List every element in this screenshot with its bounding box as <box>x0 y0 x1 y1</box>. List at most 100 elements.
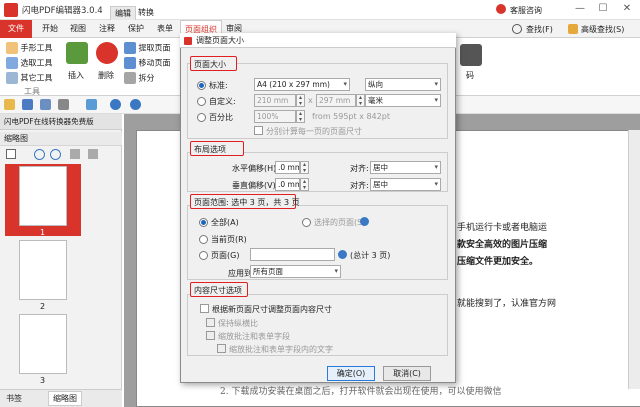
close-button[interactable]: ✕ <box>620 2 634 16</box>
help-link[interactable]: 客服咨询 <box>510 5 542 16</box>
split-button[interactable]: 拆分 <box>124 72 155 84</box>
page-thumbnail[interactable] <box>19 166 67 226</box>
vertical-scrollbar[interactable] <box>628 130 640 389</box>
other-tools-button[interactable]: 其它工具 <box>6 72 53 84</box>
zoom-in-icon[interactable] <box>34 149 45 160</box>
h-offset-label: 水平偏移(H): <box>232 164 279 173</box>
h-offset-spinner[interactable]: ▴ ▾ <box>300 161 309 174</box>
page-range-input[interactable] <box>250 248 335 261</box>
insert-button[interactable]: 插入 <box>68 70 84 81</box>
calc-each-page-label: 分别计算每一页的页面尺寸 <box>266 127 362 136</box>
dialog-app-icon <box>184 37 192 45</box>
maximize-button[interactable]: ☐ <box>596 2 610 16</box>
save-icon[interactable] <box>22 99 33 110</box>
custom-size-radio[interactable] <box>197 97 206 106</box>
split-icon <box>124 72 136 84</box>
page-size-header: 页面大小 <box>190 56 237 71</box>
open-folder-icon[interactable] <box>4 99 15 110</box>
menu-annotate[interactable]: 注释 <box>95 20 119 38</box>
rotate-right-icon[interactable] <box>88 149 98 159</box>
content-size-header: 内容尺寸选项 <box>190 282 248 297</box>
page-thumbnail[interactable] <box>19 314 67 374</box>
split-label: 拆分 <box>138 73 155 83</box>
scale-annotations-checkbox[interactable] <box>206 331 215 340</box>
print-icon[interactable] <box>40 99 51 110</box>
custom-width-input[interactable]: 210 mm <box>254 94 296 107</box>
document-text-line: 2. 下载成功安装在桌面之后，打开软件就会出现在使用，可以使用微信 <box>220 387 502 397</box>
percent-radio[interactable] <box>197 113 206 122</box>
v-align-select[interactable]: 居中 <box>370 178 441 191</box>
current-page-label: 当前页(R) <box>211 235 247 244</box>
scale-annotations-label: 缩放批注和表单字段 <box>218 332 290 341</box>
ok-button[interactable]: 确定(O) <box>327 366 375 381</box>
original-size-text: from 595pt x 842pt <box>312 112 390 121</box>
cancel-button[interactable]: 取消(C) <box>383 366 431 381</box>
document-text-line: 手机运行卡或者电脑运 <box>457 223 548 233</box>
selected-pages-radio[interactable] <box>302 218 311 227</box>
info-icon <box>338 250 347 259</box>
h-offset-input[interactable]: .0 mm <box>275 161 300 174</box>
move-icon <box>124 57 136 69</box>
bookmarks-tab[interactable]: 书签 <box>6 393 22 404</box>
rotate-icon[interactable] <box>70 149 80 159</box>
extract-icon <box>124 42 136 54</box>
delete-page-icon <box>96 42 118 64</box>
redo-icon[interactable] <box>130 99 141 110</box>
standard-size-select[interactable]: A4 (210 x 297 mm) <box>254 78 350 91</box>
tab-convert[interactable]: 转换 <box>134 6 158 19</box>
menu-view[interactable]: 视图 <box>66 20 90 38</box>
insert-page-icon <box>66 42 88 64</box>
apply-to-select[interactable]: 所有页面 <box>250 265 341 278</box>
percent-label: 百分比 <box>209 113 233 122</box>
minimize-button[interactable]: — <box>573 2 587 16</box>
h-align-select[interactable]: 居中 <box>370 161 441 174</box>
scale-annotation-text-checkbox[interactable] <box>217 344 226 353</box>
document-tab[interactable]: 闪电PDF在线转换器免费版 <box>0 114 122 130</box>
page-number-label: 1 <box>40 228 46 237</box>
menu-start[interactable]: 开始 <box>38 20 62 38</box>
resize-content-checkbox[interactable] <box>200 304 209 313</box>
menu-form[interactable]: 表单 <box>153 20 177 38</box>
standard-size-radio[interactable] <box>197 81 206 90</box>
find-button[interactable]: 查找(F) <box>526 24 553 35</box>
menu-protect[interactable]: 保护 <box>124 20 148 38</box>
thumbnail-menu-icon[interactable] <box>6 149 16 159</box>
orientation-select[interactable]: 纵向 <box>365 78 441 91</box>
hand-tool-button[interactable]: 手形工具 <box>6 42 53 54</box>
current-page-radio[interactable] <box>199 235 208 244</box>
zoom-out-icon[interactable] <box>50 149 61 160</box>
app-title: 闪电PDF编辑器3.0.4 <box>22 6 103 16</box>
undo-icon[interactable] <box>110 99 121 110</box>
thumbnails-tab[interactable]: 缩略图 <box>48 391 82 406</box>
page-number-label: 2 <box>40 302 46 311</box>
v-offset-input[interactable]: .0 mm <box>275 178 300 191</box>
tools-icon <box>6 72 18 84</box>
file-menu[interactable]: 文件 <box>0 20 32 38</box>
height-spinner[interactable]: ▴ ▾ <box>356 94 365 107</box>
cloud-icon[interactable] <box>86 99 97 110</box>
cursor-icon <box>6 57 18 69</box>
page-range-header: 页面范围: 选中 3 页，共 3 页 <box>190 194 300 209</box>
v-offset-spinner[interactable]: ▴ ▾ <box>300 178 309 191</box>
width-spinner[interactable]: ▴ ▾ <box>296 94 305 107</box>
select-tool-button[interactable]: 选取工具 <box>6 57 53 69</box>
unit-select[interactable]: 毫米 <box>365 94 441 107</box>
percent-spinner[interactable]: ▴ ▾ <box>296 110 305 123</box>
tab-edit[interactable]: 编辑 <box>110 6 136 21</box>
delete-button[interactable]: 删除 <box>98 70 114 81</box>
all-pages-radio[interactable] <box>199 218 208 227</box>
page-range-radio[interactable] <box>199 251 208 260</box>
move-page-button[interactable]: 移动页面 <box>124 57 171 69</box>
percent-input[interactable]: 100% <box>254 110 296 123</box>
thumbnail-panel-header: 缩略图 <box>0 132 122 146</box>
custom-height-input[interactable]: 297 mm <box>316 94 356 107</box>
all-pages-label: 全部(A) <box>211 218 239 227</box>
advanced-find-button[interactable]: 高级查找(S) <box>581 24 624 35</box>
total-pages-text: (总计 3 页) <box>350 251 391 260</box>
page-thumbnail[interactable] <box>19 240 67 300</box>
barcode-button[interactable]: 码 <box>466 70 474 81</box>
calc-each-page-checkbox[interactable] <box>254 126 263 135</box>
keep-ratio-checkbox[interactable] <box>206 318 215 327</box>
email-icon[interactable] <box>58 99 69 110</box>
extract-page-button[interactable]: 提取页面 <box>124 42 171 54</box>
